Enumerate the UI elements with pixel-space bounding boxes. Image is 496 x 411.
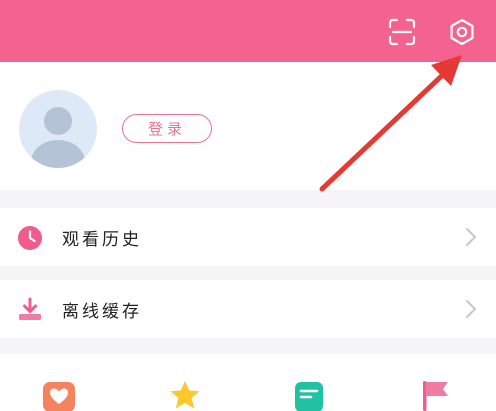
scan-button[interactable]	[384, 14, 420, 50]
flag-button[interactable]	[418, 380, 452, 411]
top-header	[0, 0, 496, 62]
download-icon	[17, 297, 43, 323]
notes-button[interactable]	[292, 380, 326, 411]
menu-item-history[interactable]: 观看历史	[0, 208, 496, 266]
scan-icon	[388, 18, 416, 46]
clock-icon	[17, 225, 43, 251]
heart-icon	[43, 382, 75, 411]
menu-item-offline-cache[interactable]: 离线缓存	[0, 280, 496, 338]
bottom-icon-strip	[0, 354, 496, 411]
flag-icon	[423, 381, 448, 411]
default-avatar-icon	[31, 107, 85, 168]
chevron-right-icon	[466, 228, 476, 246]
note-icon	[295, 382, 323, 411]
gear-icon	[450, 18, 474, 46]
avatar[interactable]	[19, 90, 97, 168]
profile-card: 登录	[0, 62, 496, 190]
chevron-right-icon	[466, 300, 476, 318]
settings-button[interactable]	[444, 14, 480, 50]
menu-item-label: 观看历史	[62, 230, 142, 250]
star-icon	[170, 381, 200, 409]
star-button[interactable]	[168, 380, 202, 411]
menu-item-label: 离线缓存	[62, 302, 142, 322]
login-button[interactable]: 登录	[122, 114, 212, 143]
favorites-button[interactable]	[42, 380, 76, 411]
